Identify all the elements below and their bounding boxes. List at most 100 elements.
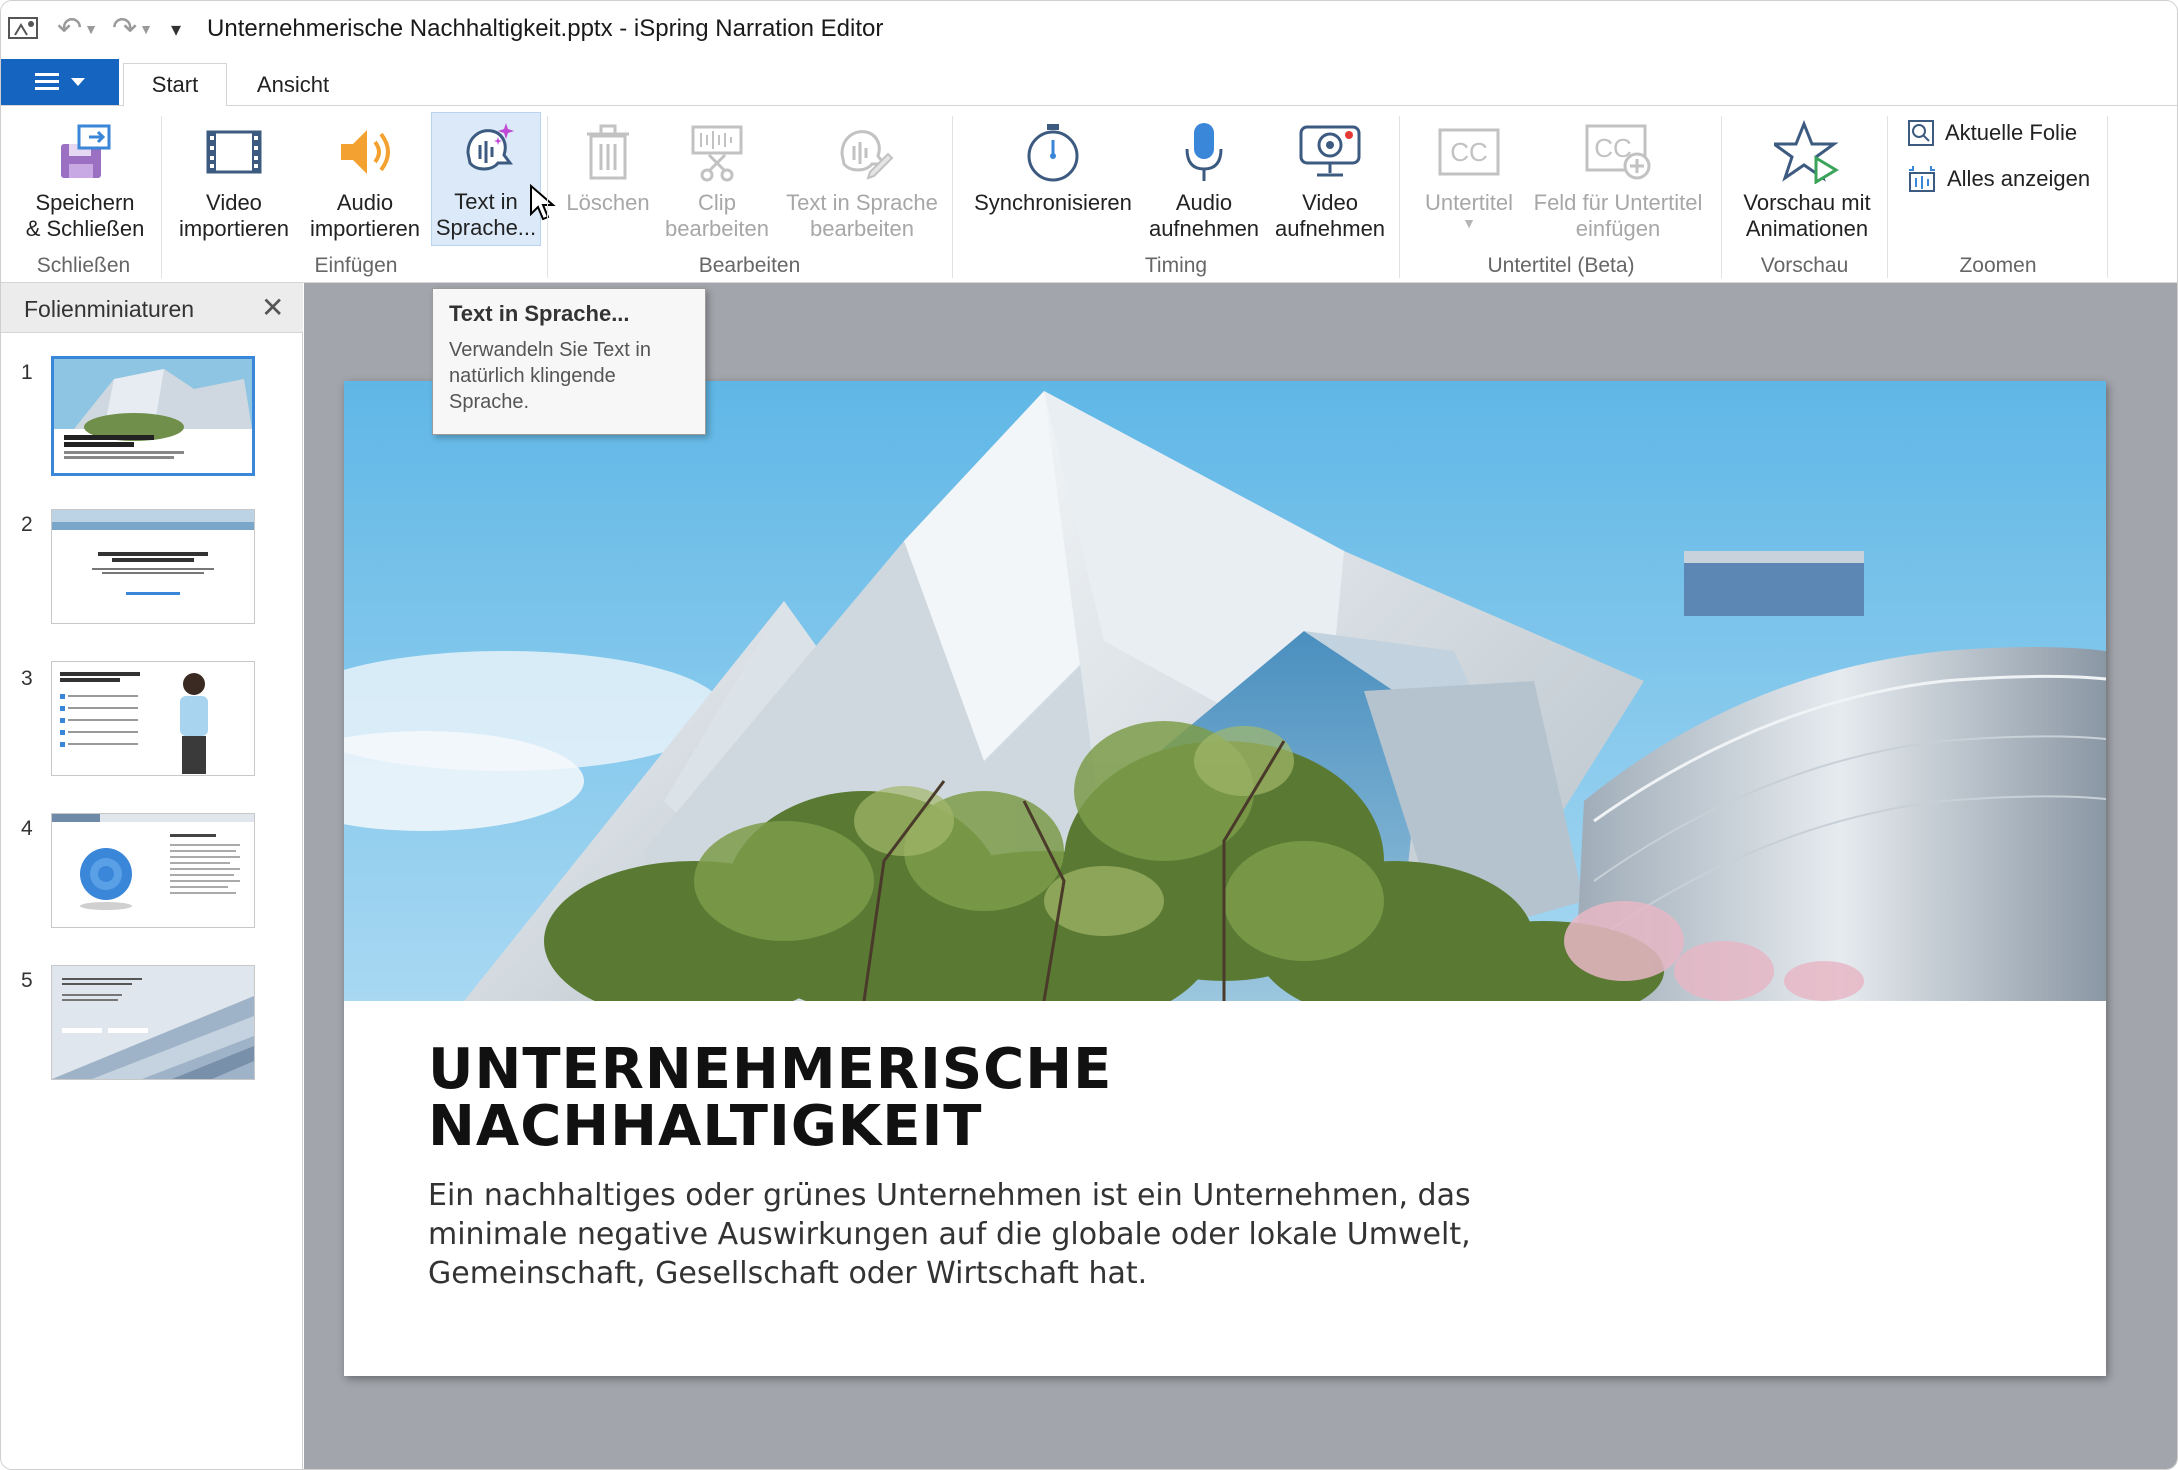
menu-icon <box>35 73 59 91</box>
group-label-untertitel: Untertitel (Beta) <box>1487 254 1635 277</box>
thumbnail-preview <box>52 814 254 910</box>
closed-caption-icon: CC <box>1438 128 1500 176</box>
group-label-vorschau: Vorschau <box>1760 254 1849 277</box>
speaker-icon <box>341 130 390 174</box>
slide-title-line-1: UNTERNEHMERISCHE <box>428 1037 1113 1102</box>
text-to-speech-button[interactable]: Text in Sprache... <box>431 112 541 246</box>
slide-photo <box>344 381 2106 1001</box>
import-audio-label: Audio importieren <box>309 190 421 241</box>
slide-thumbnail-2[interactable] <box>51 509 255 624</box>
scissors-icon <box>691 125 743 182</box>
tooltip-title: Text in Sprache... <box>449 301 630 326</box>
quick-access-toolbar: ↶ ▼ ↷ ▼ ▾ <box>7 14 207 44</box>
group-label-zoomen: Zoomen <box>1959 254 2037 277</box>
slide-body-text: Ein nachhaltiges oder grünes Unternehmen… <box>428 1178 1471 1291</box>
undo-icon[interactable]: ↶ <box>57 14 82 44</box>
subtitles-button[interactable]: CC Untertitel ▼ <box>1411 114 1527 230</box>
edit-tts-button[interactable]: Text in Sprache bearbeiten <box>777 114 947 242</box>
thumbnail-number: 5 <box>21 969 33 992</box>
app-window: ↶ ▼ ↷ ▼ ▾ Unternehmerische Nachhaltigkei… <box>0 0 2178 1470</box>
thumbnail-preview <box>60 672 208 774</box>
close-icon[interactable]: ✕ <box>261 291 284 324</box>
record-audio-label: Audio aufnehmen <box>1148 190 1260 241</box>
group-label-einfuegen: Einfügen <box>314 254 398 277</box>
show-all-label: Alles anzeigen <box>1947 166 2091 191</box>
file-menu-button[interactable] <box>1 59 119 105</box>
webcam-icon <box>1299 125 1361 177</box>
text-to-speech-label: Text in Sprache... <box>435 189 537 240</box>
current-slide-label: Aktuelle Folie <box>1945 120 2078 145</box>
thumbnail-number: 2 <box>21 513 33 536</box>
import-video-button[interactable]: Video importieren <box>171 114 297 242</box>
thumbnail-preview <box>54 359 252 459</box>
tab-start[interactable]: Start <box>123 63 227 107</box>
thumbnails-title: Folienminiaturen <box>24 296 195 322</box>
synchronize-button[interactable]: Synchronisieren <box>963 114 1143 216</box>
chevron-down-icon[interactable]: ▼ <box>1462 216 1476 230</box>
save-close-icon <box>61 124 111 178</box>
preview-animations-button[interactable]: Vorschau mit Animationen <box>1731 114 1883 242</box>
slide-title: UNTERNEHMERISCHE NACHHALTIGKEIT <box>428 1041 1112 1155</box>
thumbnail-preview <box>52 510 254 595</box>
zoom-current-slide-icon <box>1908 120 1934 146</box>
record-video-label: Video aufnehmen <box>1274 190 1386 241</box>
customize-toolbar-icon[interactable]: ▾ <box>171 17 181 42</box>
edit-clip-button[interactable]: Clip bearbeiten <box>661 114 773 242</box>
thumbnail-number: 1 <box>21 361 33 384</box>
group-label-schliessen: Schließen <box>36 254 131 277</box>
slide-thumbnails-panel: Folienminiaturen ✕ 1 2 3 4 5 <box>1 283 303 1469</box>
chevron-down-icon <box>71 78 85 86</box>
stopwatch-icon <box>1027 124 1079 182</box>
save-close-button[interactable]: Speichern & Schließen <box>15 114 155 242</box>
thumbnail-number: 4 <box>21 817 33 840</box>
slide-thumbnail-5[interactable] <box>51 965 255 1080</box>
subtitles-label: Untertitel <box>1424 190 1514 215</box>
tooltip-body: Verwandeln Sie Text in natürlich klingen… <box>449 339 651 413</box>
app-icon <box>8 17 38 39</box>
insert-subtitle-field-button[interactable]: CC Feld für Untertitel einfügen <box>1523 114 1713 242</box>
current-slide-button[interactable]: Aktuelle Folie <box>1907 119 2077 147</box>
tooltip: Text in Sprache... Verwandeln Sie Text i… <box>432 288 706 435</box>
undo-dropdown-icon[interactable]: ▼ <box>84 21 98 37</box>
ribbon-tabs: Start Ansicht <box>1 57 2177 107</box>
import-video-label: Video importieren <box>178 190 290 241</box>
thumbnail-preview <box>52 966 254 1079</box>
ribbon: Speichern & Schließen Video importieren <box>1 106 2177 283</box>
svg-text:CC: CC <box>1450 137 1488 167</box>
preview-animations-label: Vorschau mit Animationen <box>1743 190 1871 241</box>
tab-ansicht[interactable]: Ansicht <box>243 63 343 107</box>
slide-canvas: UNTERNEHMERISCHE NACHHALTIGKEIT Ein nach… <box>304 283 2177 1469</box>
group-label-timing: Timing <box>1144 254 1208 277</box>
group-label-bearbeiten: Bearbeiten <box>698 254 801 277</box>
delete-label: Löschen <box>566 190 650 215</box>
redo-icon[interactable]: ↷ <box>112 14 137 44</box>
slide-thumbnail-1[interactable] <box>51 356 255 476</box>
title-bar: ↶ ▼ ↷ ▼ ▾ Unternehmerische Nachhaltigkei… <box>1 1 2177 57</box>
insert-subtitle-field-label: Feld für Untertitel einfügen <box>1533 190 1703 241</box>
record-audio-button[interactable]: Audio aufnehmen <box>1145 114 1263 242</box>
edit-tts-label: Text in Sprache bearbeiten <box>786 190 938 241</box>
mouse-cursor-icon <box>530 184 556 221</box>
zoom-fit-icon <box>1909 166 1935 192</box>
star-preview-icon <box>1774 120 1839 184</box>
text-to-speech-icon <box>466 123 514 171</box>
show-all-button[interactable]: Alles anzeigen <box>1907 164 2090 194</box>
delete-button[interactable]: Löschen <box>557 114 659 216</box>
thumbnails-header: Folienminiaturen ✕ <box>1 283 303 333</box>
slide-thumbnail-4[interactable] <box>51 813 255 928</box>
record-video-button[interactable]: Video aufnehmen <box>1269 114 1391 242</box>
current-slide[interactable]: UNTERNEHMERISCHE NACHHALTIGKEIT Ein nach… <box>344 381 2106 1376</box>
import-audio-button[interactable]: Audio importieren <box>303 114 427 242</box>
slide-thumbnail-3[interactable] <box>51 661 255 776</box>
edit-clip-label: Clip bearbeiten <box>665 190 769 241</box>
add-caption-icon: CC <box>1585 124 1651 180</box>
slide-title-line-2: NACHHALTIGKEIT <box>428 1094 983 1159</box>
window-title: Unternehmerische Nachhaltigkeit.pptx - i… <box>207 15 884 42</box>
redo-dropdown-icon[interactable]: ▼ <box>139 21 153 37</box>
microphone-icon <box>1185 123 1223 181</box>
synchronize-label: Synchronisieren <box>974 190 1132 215</box>
film-icon <box>206 130 262 174</box>
save-close-label: Speichern & Schließen <box>25 190 145 241</box>
thumbnail-number: 3 <box>21 667 33 690</box>
trash-icon <box>587 124 629 180</box>
